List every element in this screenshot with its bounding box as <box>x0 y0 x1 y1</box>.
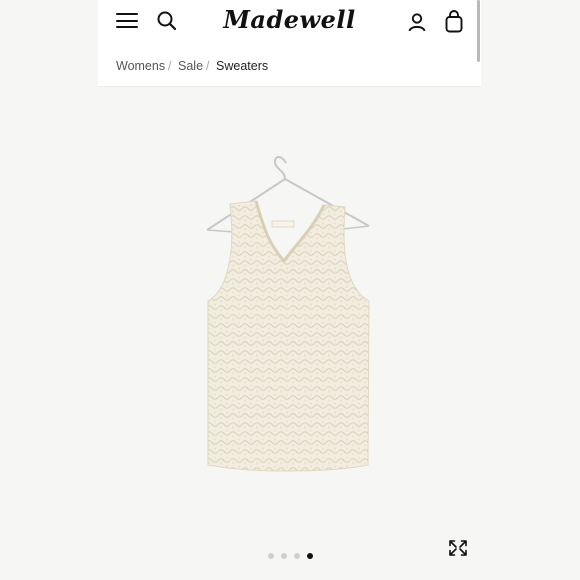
carousel-dot[interactable] <box>294 553 300 559</box>
breadcrumb-sale[interactable]: Sale <box>178 59 203 73</box>
site-header: Madewell <box>98 0 481 47</box>
breadcrumb-womens[interactable]: Womens <box>116 59 165 73</box>
shopping-bag-icon[interactable] <box>442 9 466 35</box>
scrollbar[interactable] <box>477 0 480 62</box>
user-icon[interactable] <box>406 11 428 33</box>
carousel-dot[interactable] <box>307 553 313 559</box>
breadcrumb-sweaters[interactable]: Sweaters <box>216 59 268 73</box>
product-image[interactable] <box>98 87 481 580</box>
carousel-dot[interactable] <box>268 553 274 559</box>
carousel-dots <box>0 553 580 563</box>
phone-screen: Madewell Womens / Sale / Sweaters <box>98 0 481 580</box>
breadcrumb-separator: / <box>206 59 210 73</box>
breadcrumb: Womens / Sale / Sweaters <box>98 46 481 87</box>
product-image-area <box>98 87 481 580</box>
breadcrumb-separator: / <box>168 59 172 73</box>
carousel-dot[interactable] <box>281 553 287 559</box>
